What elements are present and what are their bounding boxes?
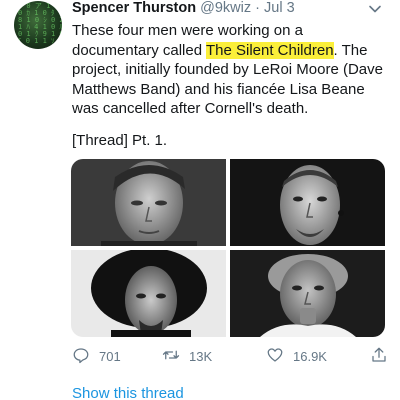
heart-icon [266,346,293,367]
tweet-header: Spencer Thurston @9kwiz · Jul 3 [72,0,372,20]
photo-1[interactable] [71,159,226,246]
reply-icon [72,346,99,367]
highlighted-title: The Silent Children [205,41,334,59]
tweet-date[interactable]: Jul 3 [264,0,295,16]
like-button[interactable]: 16.9K [266,345,327,367]
tweet[interactable]: 1 0 ア 1 7 9 0 ｶ 1 0 ﾀ 1 8 1 0 ｼ 0 2 1 ﾊ … [0,0,400,400]
user-handle[interactable]: @9kwiz [200,0,251,16]
avatar[interactable]: 1 0 ア 1 7 9 0 ｶ 1 0 ﾀ 1 8 1 0 ｼ 0 2 1 ﾊ … [14,1,62,49]
media-grid [71,159,385,337]
tweet-actions: 701 13K 16.9K [72,345,390,367]
photo-3[interactable] [71,250,226,337]
reply-count: 701 [99,348,121,364]
photo-2[interactable] [230,159,385,246]
separator-dot: · [255,0,260,16]
chevron-down-icon[interactable] [368,2,382,16]
retweet-button[interactable]: 13K [162,345,212,367]
reply-button[interactable]: 701 [72,345,121,367]
tweet-text: These four men were working on a documen… [72,21,390,119]
show-thread-link[interactable]: Show this thread [72,385,184,400]
like-count: 16.9K [293,348,327,364]
thread-label: [Thread] Pt. 1. [72,132,168,149]
retweet-count: 13K [189,348,213,364]
photo-4[interactable] [230,250,385,337]
display-name[interactable]: Spencer Thurston [72,0,196,16]
retweet-icon [162,346,189,367]
share-button[interactable] [370,345,397,367]
share-icon [370,346,397,367]
